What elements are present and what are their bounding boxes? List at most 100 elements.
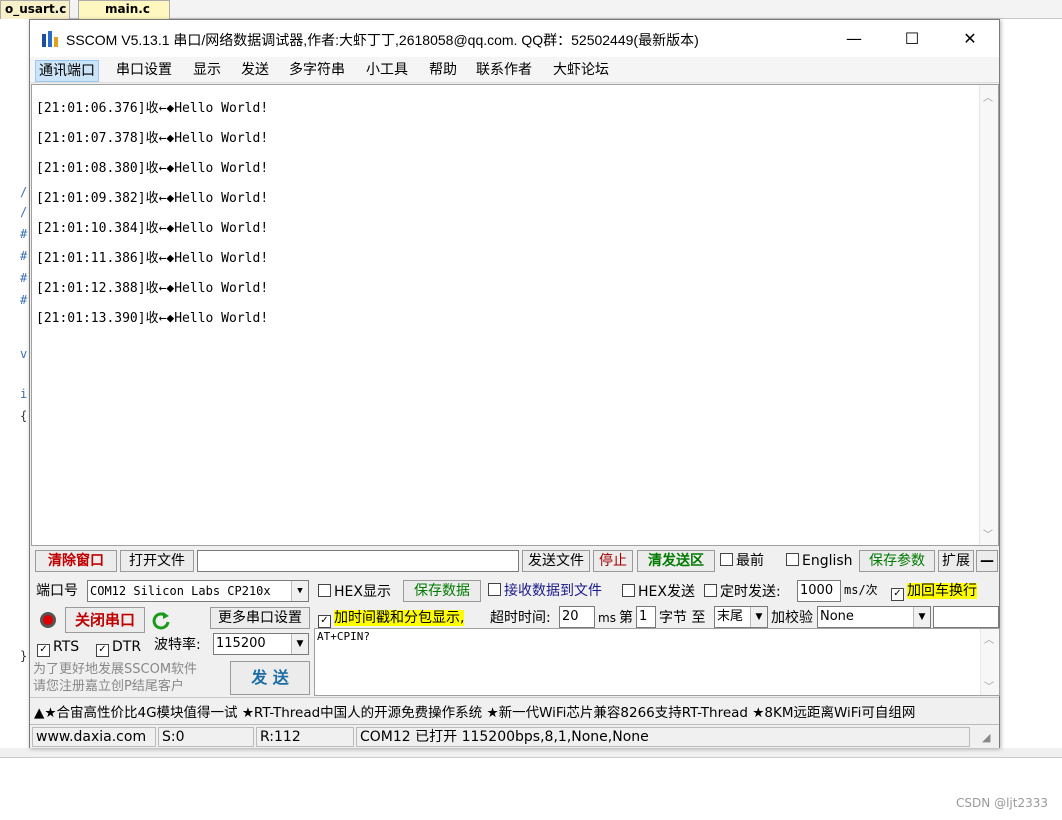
window-title: SSCOM V5.13.1 串口/网络数据调试器,作者:大虾丁丁,2618058… <box>66 32 699 48</box>
close-port-button[interactable]: 关闭串口 <box>65 607 145 633</box>
menu-contact-author[interactable]: 联系作者 <box>473 60 535 80</box>
menu-comm-port[interactable]: 通讯端口 <box>35 60 99 82</box>
timeout-unit: ms <box>598 611 616 625</box>
ide-gutter: / / # # # # v i { } <box>0 19 30 749</box>
timestamp-checkbox[interactable]: ✓ 加时间戳和分包显示, <box>318 608 465 628</box>
port-value: COM12 Silicon Labs CP210x <box>90 584 271 598</box>
resize-grip-icon[interactable]: ◢ <box>982 731 990 744</box>
ad-text: ▲★合宙高性价比4G模块值得一试 ★RT-Thread中国人的开源免费操作系统 … <box>34 705 916 721</box>
gutter-mark: # <box>20 249 28 263</box>
interval-input[interactable]: 1000 <box>797 580 841 602</box>
nth-byte-input[interactable]: 1 <box>636 606 656 628</box>
promo-line-2: 请您注册嘉立创P结尾客户 <box>33 679 184 694</box>
send-button[interactable]: 发 送 <box>230 661 310 695</box>
add-crlf-label: 加回车换行 <box>907 583 977 599</box>
receive-log: [21:01:06.376]收←◆Hello World! [21:01:07.… <box>36 95 268 335</box>
scroll-up-icon[interactable]: ︿ <box>983 89 993 104</box>
send-scrollbar[interactable]: ︿ ﹀ <box>980 629 999 695</box>
file-path-input[interactable] <box>197 550 519 572</box>
save-params-button[interactable]: 保存参数 <box>859 550 935 572</box>
receive-line: [21:01:07.378]收←◆Hello World! <box>36 131 269 146</box>
menu-tools[interactable]: 小工具 <box>363 60 411 80</box>
timed-send-checkbox[interactable]: 定时发送: <box>704 582 781 602</box>
checkbox-icon <box>622 584 635 597</box>
sscom-window: SSCOM V5.13.1 串口/网络数据调试器,作者:大虾丁丁,2618058… <box>29 19 1000 748</box>
close-button[interactable]: ✕ <box>941 20 999 57</box>
status-sent: S:0 <box>158 727 254 747</box>
receive-line: [21:01:13.390]收←◆Hello World! <box>36 311 269 326</box>
menu-help[interactable]: 帮助 <box>426 60 460 80</box>
status-port-info: COM12 已打开 115200bps,8,1,None,None <box>356 727 970 747</box>
hex-send-checkbox[interactable]: HEX发送 <box>622 582 695 602</box>
recv-to-file-label: 接收数据到文件 <box>504 583 602 599</box>
checksum-extra-input[interactable] <box>933 606 999 628</box>
hex-display-checkbox[interactable]: HEX显示 <box>318 582 391 602</box>
title-bar[interactable]: SSCOM V5.13.1 串口/网络数据调试器,作者:大虾丁丁,2618058… <box>30 20 999 57</box>
ide-divider <box>0 748 1062 758</box>
receive-area[interactable]: [21:01:06.376]收←◆Hello World! [21:01:07.… <box>31 84 999 546</box>
minimize-button[interactable]: — <box>825 20 883 57</box>
english-checkbox[interactable]: English <box>786 551 853 571</box>
recv-to-file-checkbox[interactable]: 接收数据到文件 <box>488 581 602 601</box>
receive-scrollbar[interactable]: ︿ ﹀ <box>979 85 998 545</box>
stop-button[interactable]: 停止 <box>593 550 633 572</box>
port-label: 端口号 <box>36 583 78 599</box>
ad-bar[interactable]: ▲★合宙高性价比4G模块值得一试 ★RT-Thread中国人的开源免费操作系统 … <box>30 697 999 723</box>
ide-tab-main[interactable]: main.c <box>78 0 170 19</box>
menu-bar: 通讯端口 串口设置 显示 发送 多字符串 小工具 帮助 联系作者 大虾论坛 <box>30 57 999 83</box>
checksum-select[interactable]: None ▼ <box>817 606 931 628</box>
checkbox-icon <box>786 553 799 566</box>
menu-send[interactable]: 发送 <box>238 60 272 80</box>
receive-line: [21:01:11.386]收←◆Hello World! <box>36 251 269 266</box>
menu-multi-string[interactable]: 多字符串 <box>286 60 348 80</box>
rts-checkbox[interactable]: ✓ RTS <box>37 637 79 657</box>
baud-select[interactable]: 115200 ▼ <box>213 633 309 655</box>
menu-display[interactable]: 显示 <box>190 60 224 80</box>
checkbox-icon <box>488 583 501 596</box>
checkbox-icon <box>318 584 331 597</box>
refresh-icon[interactable] <box>150 610 172 632</box>
timeout-label: 超时时间: <box>490 610 551 626</box>
gutter-mark: / <box>20 185 28 199</box>
status-received: R:112 <box>256 727 354 747</box>
more-port-settings-button[interactable]: 更多串口设置 <box>210 607 310 629</box>
timed-send-label: 定时发送: <box>720 584 781 600</box>
port-select[interactable]: COM12 Silicon Labs CP210x ▼ <box>87 580 309 602</box>
maximize-button[interactable]: ☐ <box>883 20 941 57</box>
gutter-mark: # <box>20 227 28 241</box>
menu-serial-settings[interactable]: 串口设置 <box>113 60 175 80</box>
timeout-input[interactable]: 20 <box>559 606 595 628</box>
ide-tab-label: main.c <box>105 2 150 16</box>
byte-to-label: 字节 至 <box>659 610 706 626</box>
clear-window-button[interactable]: 清除窗口 <box>35 550 117 572</box>
scroll-down-icon[interactable]: ﹀ <box>984 678 994 693</box>
check-icon: ✓ <box>96 644 109 657</box>
collapse-button[interactable]: — <box>976 550 998 572</box>
topmost-checkbox[interactable]: 最前 <box>720 551 764 571</box>
scroll-up-icon[interactable]: ︿ <box>984 631 994 646</box>
save-data-button[interactable]: 保存数据 <box>403 580 481 602</box>
gutter-mark: v <box>20 347 28 361</box>
interval-unit: ms/次 <box>844 583 878 597</box>
baud-label: 波特率: <box>154 637 201 653</box>
hex-send-label: HEX发送 <box>638 584 695 600</box>
chevron-down-icon: ▼ <box>913 607 930 627</box>
app-logo-icon <box>40 29 60 49</box>
chevron-down-icon: ▼ <box>291 634 308 654</box>
clear-send-button[interactable]: 清发送区 <box>637 550 715 572</box>
expand-button[interactable]: 扩展 <box>938 550 974 572</box>
end-select[interactable]: 末尾 ▼ <box>714 606 768 628</box>
gutter-mark: / <box>20 205 28 219</box>
dtr-label: DTR <box>112 639 142 655</box>
send-file-button[interactable]: 发送文件 <box>522 550 590 572</box>
open-file-button[interactable]: 打开文件 <box>120 550 194 572</box>
add-crlf-checkbox[interactable]: ✓ 加回车换行 <box>891 581 977 601</box>
send-input[interactable]: AT+CPIN? ︿ ﹀ <box>314 628 1000 696</box>
ide-tab-usart[interactable]: o_usart.c <box>0 0 70 19</box>
dtr-checkbox[interactable]: ✓ DTR <box>96 637 141 657</box>
chevron-down-icon: ▼ <box>750 607 767 627</box>
gutter-mark: # <box>20 293 28 307</box>
gutter-mark: i <box>20 387 28 401</box>
menu-forum[interactable]: 大虾论坛 <box>550 60 612 80</box>
scroll-down-icon[interactable]: ﹀ <box>983 526 993 541</box>
